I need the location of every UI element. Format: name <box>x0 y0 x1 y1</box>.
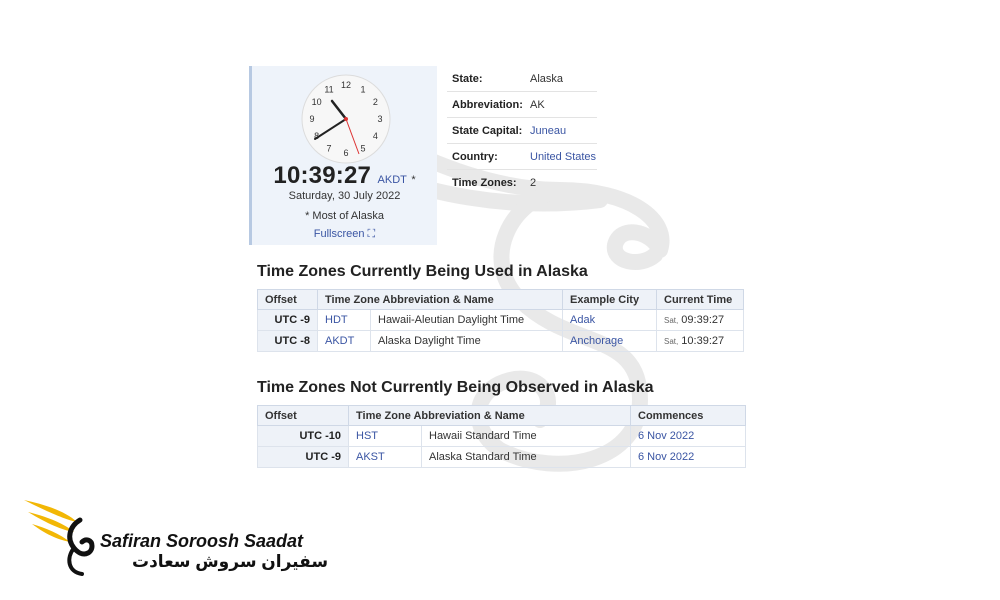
col-header: Commences <box>630 405 746 426</box>
offset-cell: UTC -10 <box>257 425 349 447</box>
abbr-link[interactable]: AKST <box>348 446 422 468</box>
table-header-row: Offset Time Zone Abbreviation & Name Exa… <box>257 289 744 310</box>
clock-numeral: 6 <box>343 148 348 158</box>
clock-numeral: 7 <box>326 143 331 153</box>
clock-panel: 12 1 2 3 4 5 6 7 8 9 10 11 10:39:27 AKDT * Saturday… <box>249 66 437 245</box>
city-link[interactable]: Adak <box>562 309 657 331</box>
clock-numeral: 2 <box>373 97 378 107</box>
footnote-star: * <box>411 174 416 186</box>
offset-cell: UTC -9 <box>257 446 349 468</box>
clock-numeral: 11 <box>324 85 333 95</box>
info-value: Alaska <box>530 72 564 85</box>
clock-numeral: 4 <box>373 131 378 141</box>
section-heading-used: Time Zones Currently Being Used in Alask… <box>257 263 588 280</box>
city-link[interactable]: Anchorage <box>562 330 657 352</box>
info-value: AK <box>530 98 545 111</box>
current-time-cell: Sat, 10:39:27 <box>656 330 744 352</box>
info-key: Abbreviation: <box>452 98 523 111</box>
info-row-capital: State Capital: Juneau <box>447 118 597 144</box>
col-header: Example City <box>562 289 657 310</box>
company-logo: Safiran Soroosh Saadat سفیران سروش سعادت <box>22 492 328 582</box>
time-value: 09:39:27 <box>681 314 725 326</box>
col-header: Offset <box>257 405 349 426</box>
commences-link[interactable]: 6 Nov 2022 <box>630 446 746 468</box>
brand-name-en: Safiran Soroosh Saadat <box>100 531 304 551</box>
tz-name: Hawaii-Aleutian Daylight Time <box>370 309 563 331</box>
capital-link[interactable]: Juneau <box>530 125 566 137</box>
swan-wing-logo-icon <box>24 500 95 576</box>
timezone-link[interactable]: AKDT <box>378 174 407 186</box>
analog-clock: 12 1234567891011 <box>301 74 391 164</box>
section-heading-not-observed: Time Zones Not Currently Being Observed … <box>257 379 654 396</box>
state-info-table: State: Alaska Abbreviation: AK State Cap… <box>447 66 597 195</box>
clock-numeral: 12 <box>341 80 351 90</box>
abbr-link[interactable]: AKDT <box>317 330 371 352</box>
commences-link[interactable]: 6 Nov 2022 <box>630 425 746 447</box>
table-row: UTC -9 HDT Hawaii-Aleutian Daylight Time… <box>257 309 744 331</box>
table-row: UTC -9 AKST Alaska Standard Time 6 Nov 2… <box>257 446 746 468</box>
offset-cell: UTC -8 <box>257 330 318 352</box>
info-key: State: <box>452 72 483 85</box>
info-row-abbreviation: Abbreviation: AK <box>447 92 597 118</box>
col-header: Time Zone Abbreviation & Name <box>317 289 563 310</box>
tz-name: Hawaii Standard Time <box>421 425 631 447</box>
abbr-link[interactable]: HST <box>348 425 422 447</box>
not-observed-timezones-table: Offset Time Zone Abbreviation & Name Com… <box>257 405 746 468</box>
info-row-country: Country: United States <box>447 144 597 170</box>
table-row: UTC -8 AKDT Alaska Daylight Time Anchora… <box>257 330 744 352</box>
used-timezones-table: Offset Time Zone Abbreviation & Name Exa… <box>257 289 744 352</box>
time-value: 10:39:27 <box>681 335 725 347</box>
footnote: * Most of Alaska <box>305 210 384 222</box>
day-label: Sat, <box>664 337 679 346</box>
info-value: 2 <box>530 176 537 189</box>
info-row-timezones: Time Zones: 2 <box>447 170 597 195</box>
brand-name-fa: سفیران سروش سعادت <box>132 552 329 571</box>
clock-numeral: 9 <box>309 114 314 124</box>
fullscreen-link[interactable]: Fullscreen ⛶ <box>252 228 437 241</box>
info-key: State Capital: <box>452 124 523 137</box>
offset-cell: UTC -9 <box>257 309 318 331</box>
clock-numeral: 1 <box>360 85 365 95</box>
clock-numeral: 5 <box>360 143 365 153</box>
clock-numeral: 10 <box>312 97 322 107</box>
info-key: Time Zones: <box>452 176 517 189</box>
table-row: UTC -10 HST Hawaii Standard Time 6 Nov 2… <box>257 425 746 447</box>
current-time-cell: Sat, 09:39:27 <box>656 309 744 331</box>
info-key: Country: <box>452 150 498 163</box>
col-header: Time Zone Abbreviation & Name <box>348 405 631 426</box>
tz-name: Alaska Daylight Time <box>370 330 563 352</box>
abbr-link[interactable]: HDT <box>317 309 371 331</box>
table-header-row: Offset Time Zone Abbreviation & Name Com… <box>257 405 746 426</box>
country-link[interactable]: United States <box>530 151 596 163</box>
tz-name: Alaska Standard Time <box>421 446 631 468</box>
current-time: 10:39:27 <box>273 162 372 189</box>
clock-numeral: 3 <box>377 114 382 124</box>
current-date: Saturday, 30 July 2022 <box>288 190 401 202</box>
day-label: Sat, <box>664 316 679 325</box>
col-header: Current Time <box>656 289 744 310</box>
col-header: Offset <box>257 289 318 310</box>
info-row-state: State: Alaska <box>447 66 597 92</box>
